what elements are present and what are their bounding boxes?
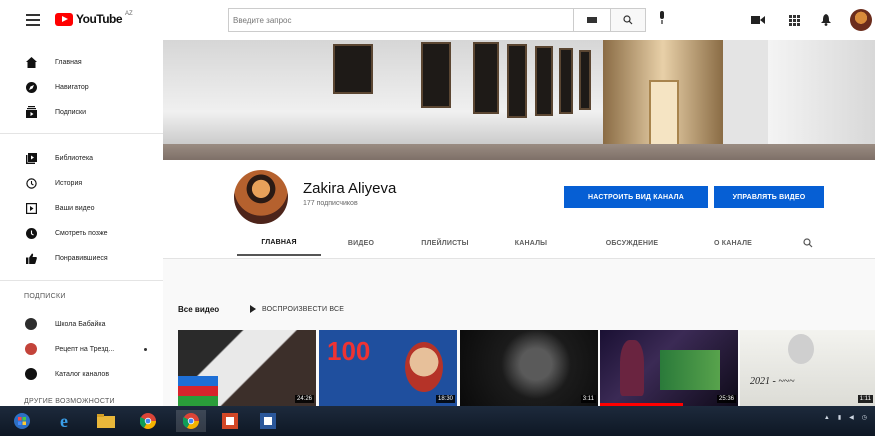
sidebar-item-your-videos[interactable]: Ваши видео xyxy=(0,196,163,220)
sidebar-item-label: Библиотека xyxy=(55,154,94,162)
sidebar-divider xyxy=(0,133,163,134)
tab-videos[interactable]: ВИДЕО xyxy=(331,230,391,256)
sidebar-item-label: Навигатор xyxy=(55,83,89,91)
channel-avatar xyxy=(25,368,37,380)
subscriptions-heading: ПОДПИСКИ xyxy=(24,293,66,300)
live-dot-icon xyxy=(144,347,147,351)
channel-search-icon[interactable] xyxy=(793,230,823,256)
sidebar-item-explore[interactable]: Навигатор xyxy=(0,75,163,99)
subscription-label: Рецепт на Трезд... xyxy=(55,345,115,353)
create-video-icon[interactable] xyxy=(750,12,766,28)
sidebar-item-library[interactable]: Библиотека xyxy=(0,146,163,170)
library-icon xyxy=(25,152,37,164)
video-thumbnail[interactable]: 3:11 xyxy=(460,330,598,406)
youtube-logo[interactable]: YouTube AZ xyxy=(55,11,133,26)
more-features-heading: ДРУГИЕ ВОЗМОЖНОСТИ xyxy=(24,398,115,405)
thumbs-up-icon xyxy=(25,252,37,264)
apps-grid-icon[interactable] xyxy=(786,12,802,28)
subscription-channel[interactable]: Школа Бабайка xyxy=(0,312,163,336)
search-icon xyxy=(623,15,633,25)
clock-icon[interactable]: ◷ xyxy=(862,414,867,421)
customize-channel-button[interactable]: НАСТРОИТЬ ВИД КАНАЛА xyxy=(564,186,708,208)
subscription-label: Школа Бабайка xyxy=(55,320,106,328)
play-all-label: ВОСПРОИЗВЕСТИ ВСЕ xyxy=(262,305,345,313)
internet-explorer-icon[interactable]: e xyxy=(52,410,76,432)
video-thumbnail[interactable]: 25:36 xyxy=(600,330,738,406)
chrome-active-icon[interactable] xyxy=(176,410,206,432)
network-icon[interactable]: ▮ xyxy=(838,414,841,421)
sidebar-item-label: Подписки xyxy=(55,108,87,116)
account-avatar[interactable] xyxy=(850,9,872,31)
compass-icon xyxy=(25,81,37,93)
keyboard-icon[interactable] xyxy=(574,8,610,32)
channel-avatar xyxy=(25,343,37,355)
tab-discussion[interactable]: ОБСУЖДЕНИЕ xyxy=(587,230,677,256)
video-thumbnail[interactable]: 100 18:30 xyxy=(319,330,457,406)
subscriptions-icon xyxy=(25,106,37,118)
home-icon xyxy=(25,56,37,68)
windows-taskbar: e ▲ ▮ ◀ ◷ xyxy=(0,406,875,436)
video-thumbnail[interactable]: 2021 - ~~~ 1:11 xyxy=(740,330,875,406)
sidebar-item-history[interactable]: История xyxy=(0,171,163,195)
sidebar-item-label: Главная xyxy=(55,58,82,66)
channel-avatar-large[interactable] xyxy=(234,170,288,224)
word-icon[interactable] xyxy=(256,410,280,432)
sidebar-item-label: Смотреть позже xyxy=(55,229,108,237)
sidebar-item-liked[interactable]: Понравившиеся xyxy=(0,246,163,270)
microphone-icon[interactable] xyxy=(653,11,671,29)
logo-country: AZ xyxy=(125,11,133,17)
search-input[interactable]: Введите запрос xyxy=(228,8,574,32)
volume-icon[interactable]: ◀ xyxy=(849,414,854,421)
history-icon xyxy=(25,177,37,189)
sidebar-divider xyxy=(0,280,163,281)
sidebar-item-watch-later[interactable]: Смотреть позже xyxy=(0,221,163,245)
menu-icon[interactable] xyxy=(26,14,40,26)
logo-text: YouTube xyxy=(76,12,123,26)
notifications-bell-icon[interactable] xyxy=(818,12,834,28)
windows-start-icon[interactable] xyxy=(10,410,34,432)
search-button[interactable] xyxy=(610,8,646,32)
tab-playlists[interactable]: ПЛЕЙЛИСТЫ xyxy=(405,230,485,256)
sidebar-item-label: История xyxy=(55,179,83,187)
channel-tabs: ГЛАВНАЯ ВИДЕО ПЛЕЙЛИСТЫ КАНАЛЫ ОБСУЖДЕНИ… xyxy=(163,230,875,258)
subscription-channel[interactable]: Каталог каналов xyxy=(0,362,163,386)
video-duration: 1:11 xyxy=(857,395,873,403)
chrome-icon[interactable] xyxy=(136,410,160,432)
sidebar-item-label: Понравившиеся xyxy=(55,254,108,262)
your-videos-icon xyxy=(25,202,37,214)
channel-banner xyxy=(163,40,875,160)
sidebar-item-home[interactable]: Главная xyxy=(0,50,163,74)
sidebar-item-subscriptions[interactable]: Подписки xyxy=(0,100,163,124)
subscriber-count: 177 подписчиков xyxy=(303,200,358,207)
play-icon xyxy=(250,305,256,313)
subscription-label: Каталог каналов xyxy=(55,370,110,378)
play-all-button[interactable]: ВОСПРОИЗВЕСТИ ВСЕ xyxy=(250,305,344,313)
system-tray: ▲ ▮ ◀ ◷ xyxy=(824,414,867,422)
subscription-channel[interactable]: Рецепт на Трезд... xyxy=(0,337,163,361)
tab-about[interactable]: О КАНАЛЕ xyxy=(693,230,773,256)
channel-avatar xyxy=(25,318,37,330)
manage-videos-button[interactable]: УПРАВЛЯТЬ ВИДЕО xyxy=(714,186,824,208)
sidebar: Главная Навигатор Подписки Библиотека Ис… xyxy=(0,40,163,406)
search-bar: Введите запрос xyxy=(228,8,646,32)
video-duration: 25:36 xyxy=(716,395,736,403)
powerpoint-icon[interactable] xyxy=(218,410,242,432)
file-explorer-icon[interactable] xyxy=(94,410,118,432)
top-bar: YouTube AZ Введите запрос xyxy=(0,0,875,40)
watch-later-icon xyxy=(25,227,37,239)
channel-name: Zakira Aliyeva xyxy=(303,180,397,197)
sidebar-item-label: Ваши видео xyxy=(55,204,95,212)
video-duration: 3:11 xyxy=(580,395,596,403)
video-thumbnail[interactable]: 24:26 xyxy=(178,330,316,406)
video-duration: 18:30 xyxy=(435,395,455,403)
video-duration: 24:26 xyxy=(294,395,314,403)
tab-channels[interactable]: КАНАЛЫ xyxy=(501,230,561,256)
tab-home[interactable]: ГЛАВНАЯ xyxy=(237,230,321,256)
tray-arrow-icon[interactable]: ▲ xyxy=(824,415,830,421)
section-title: Все видео xyxy=(178,305,220,314)
youtube-play-icon xyxy=(55,12,73,26)
